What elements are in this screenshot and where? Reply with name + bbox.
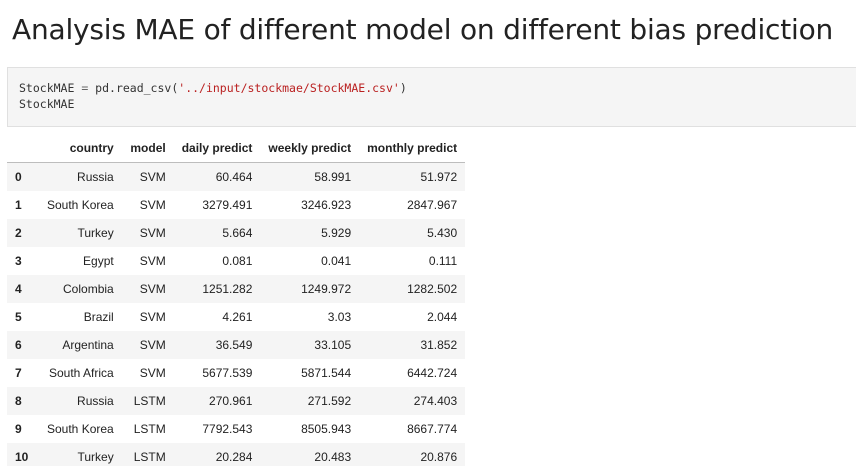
cell-weekly: 5.929 [321,226,352,240]
cell-weekly: 0.041 [321,254,352,268]
cell-monthly: 0.111 [428,254,458,268]
cell-monthly: 6442.724 [407,366,458,380]
cell-country: Brazil [83,310,114,324]
cell-country: Colombia [63,282,114,296]
cell-monthly: 8667.774 [407,422,458,436]
code-close-paren: ) [399,81,407,95]
cell-weekly: 3.03 [327,310,352,324]
table-row: 4 Colombia SVM 1251.282 1249.972 1282.50… [7,275,466,303]
cell-model: SVM [139,170,166,184]
row-index: 8 [15,394,22,408]
code-function-call: pd.read_csv( [95,81,179,95]
code-string-path: '../input/stockmae/StockMAE.csv' [178,81,400,95]
header-weekly-predict: weekly predict [260,134,360,163]
cell-model: SVM [139,282,166,296]
cell-country: Egypt [83,254,114,268]
cell-monthly: 274.403 [413,394,458,408]
row-index: 5 [15,310,22,324]
header-daily-predict: daily predict [173,134,261,163]
table-row: 5 Brazil SVM 4.261 3.03 2.044 [7,303,465,331]
cell-weekly: 271.592 [307,394,352,408]
cell-weekly: 1249.972 [301,282,352,296]
row-index: 7 [15,366,22,380]
row-index: 1 [15,198,22,212]
notebook-heading: Analysis MAE of different model on diffe… [12,13,834,46]
header-monthly-predict: monthly predict [359,134,466,163]
row-index: 10 [15,450,29,464]
cell-weekly: 58.991 [314,170,352,184]
header-index [7,134,39,163]
cell-daily: 3279.491 [202,198,253,212]
table-header-row: country model daily predict weekly predi… [7,134,466,163]
cell-weekly: 8505.943 [301,422,352,436]
cell-weekly: 33.105 [314,338,352,352]
cell-country: Turkey [77,450,114,464]
cell-model: SVM [139,198,166,212]
cell-weekly: 3246.923 [301,198,352,212]
dataframe-table: country model daily predict weekly predi… [7,134,466,466]
cell-model: LSTM [133,394,166,408]
code-cell[interactable]: StockMAE = pd.read_csv('../input/stockma… [7,67,856,127]
table-row: 6 Argentina SVM 36.549 33.105 31.852 [7,331,466,359]
cell-monthly: 1282.502 [407,282,458,296]
table-row: 9 South Korea LSTM 7792.543 8505.943 866… [7,415,465,443]
table-row: 3 Egypt SVM 0.081 0.041 0.111 [7,247,465,275]
cell-weekly: 20.483 [314,450,352,464]
cell-daily: 270.961 [209,394,253,408]
cell-country: Turkey [77,226,114,240]
cell-daily: 4.261 [222,310,253,324]
cell-monthly: 20.876 [420,450,458,464]
table-row: 10 Turkey LSTM 20.284 20.483 20.876 [7,443,466,466]
cell-model: LSTM [133,450,166,464]
cell-daily: 7792.543 [202,422,253,436]
cell-daily: 5677.539 [202,366,253,380]
cell-daily: 5.664 [222,226,253,240]
table-row: 2 Turkey SVM 5.664 5.929 5.430 [7,219,466,247]
cell-model: SVM [139,254,166,268]
cell-country: South Korea [47,198,114,212]
cell-country: Russia [77,394,114,408]
cell-daily: 1251.282 [202,282,253,296]
row-index: 9 [15,422,22,436]
cell-country: South Africa [49,366,114,380]
row-index: 4 [15,282,22,296]
code-variable: StockMAE [19,81,75,95]
cell-daily: 36.549 [215,338,253,352]
cell-model: SVM [139,226,166,240]
cell-country: Russia [77,170,114,184]
code-output-expression: StockMAE [19,97,75,111]
cell-daily: 0.081 [222,254,253,268]
cell-model: SVM [139,310,166,324]
table-row: 1 South Korea SVM 3279.491 3246.923 2847… [7,191,465,219]
cell-monthly: 2.044 [427,310,458,324]
cell-model: LSTM [133,422,166,436]
row-index: 2 [15,226,22,240]
row-index: 6 [15,338,22,352]
cell-country: Argentina [62,338,114,352]
cell-monthly: 5.430 [427,226,458,240]
cell-daily: 60.464 [215,170,253,184]
table-row: 8 Russia LSTM 270.961 271.592 274.403 [7,387,466,415]
code-operator: = [74,81,96,95]
cell-daily: 20.284 [215,450,253,464]
table-row: 7 South Africa SVM 5677.539 5871.544 644… [7,359,465,387]
cell-monthly: 51.972 [420,170,458,184]
cell-model: SVM [139,366,166,380]
cell-weekly: 5871.544 [301,366,352,380]
row-index: 0 [15,170,22,184]
row-index: 3 [15,254,22,268]
table-row: 0 Russia SVM 60.464 58.991 51.972 [7,162,466,191]
cell-monthly: 31.852 [420,338,458,352]
cell-monthly: 2847.967 [407,198,458,212]
header-model: model [121,134,174,163]
cell-model: SVM [139,338,166,352]
cell-country: South Korea [47,422,114,436]
header-country: country [39,134,122,163]
